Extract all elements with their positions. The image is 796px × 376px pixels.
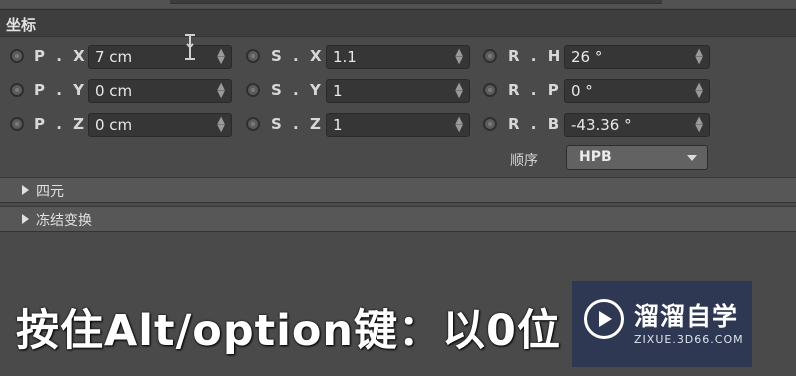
scale-z-spinner-icon[interactable]: ▲ ▼ <box>455 116 463 134</box>
scale-x-label: S . X <box>271 47 325 65</box>
scale-y-label: S . Y <box>271 81 324 99</box>
scale-y-keyframe-radio[interactable] <box>246 83 260 97</box>
position-x-value: 7 cm <box>95 48 133 66</box>
position-y-spinner-icon[interactable]: ▲ ▼ <box>217 82 225 100</box>
quaternion-section-title: 四元 <box>36 184 64 200</box>
position-x-label: P . X <box>34 47 88 65</box>
rotation-h-label: R . H <box>508 47 564 65</box>
position-x-keyframe-radio[interactable] <box>10 49 24 63</box>
quaternion-section-toggle[interactable]: 四元 <box>0 177 796 203</box>
position-z-value: 0 cm <box>95 116 133 134</box>
position-y-field[interactable]: 0 cm ▲ ▼ <box>88 79 232 103</box>
rotation-b-label: R . B <box>508 115 563 133</box>
rotation-b-value: -43.36 ° <box>571 116 632 134</box>
expand-triangle-icon[interactable] <box>22 214 29 224</box>
rotation-b-keyframe-radio[interactable] <box>483 117 497 131</box>
scale-z-field[interactable]: 1 ▲ ▼ <box>326 113 470 137</box>
rotation-h-spinner-icon[interactable]: ▲ ▼ <box>695 48 703 66</box>
position-x-spinner-icon[interactable]: ▲ ▼ <box>217 48 225 66</box>
scale-z-label: S . Z <box>271 115 324 133</box>
rotation-b-spinner-icon[interactable]: ▲ ▼ <box>695 116 703 134</box>
top-tab-bar <box>170 0 662 4</box>
top-panel-strip <box>0 0 796 8</box>
rotation-p-value: 0 ° <box>571 82 593 100</box>
scale-z-keyframe-radio[interactable] <box>246 117 260 131</box>
scale-x-field[interactable]: 1.1 ▲ ▼ <box>326 45 470 69</box>
position-z-spinner-icon[interactable]: ▲ ▼ <box>217 116 225 134</box>
expand-triangle-icon[interactable] <box>22 185 29 195</box>
watermark-url: ZIXUE.3D66.COM <box>634 333 744 346</box>
rotation-order-dropdown[interactable]: HPB <box>566 145 708 170</box>
freeze-transform-section-title: 冻结变换 <box>36 213 92 229</box>
freeze-transform-section-toggle[interactable]: 冻结变换 <box>0 206 796 232</box>
position-y-value: 0 cm <box>95 82 133 100</box>
scale-x-spinner-icon[interactable]: ▲ ▼ <box>455 48 463 66</box>
text-cursor-icon <box>185 34 195 60</box>
scale-y-value: 1 <box>333 82 343 100</box>
scale-y-spinner-icon[interactable]: ▲ ▼ <box>455 82 463 100</box>
scale-y-field[interactable]: 1 ▲ ▼ <box>326 79 470 103</box>
scale-z-value: 1 <box>333 116 343 134</box>
position-x-field[interactable]: 7 cm ▲ ▼ <box>88 45 232 69</box>
position-z-label: P . Z <box>34 115 88 133</box>
chevron-down-icon[interactable] <box>687 155 697 161</box>
rotation-p-spinner-icon[interactable]: ▲ ▼ <box>695 82 703 100</box>
rotation-h-value: 26 ° <box>571 48 603 66</box>
coord-row-x: P . X 7 cm ▲ ▼ S . X 1.1 ▲ ▼ R . H 26 ° ▲ ▼ <box>0 43 796 71</box>
rotation-order-label: 顺序 <box>510 153 538 169</box>
rotation-p-field[interactable]: 0 ° ▲ ▼ <box>564 79 710 103</box>
coord-row-y: P . Y 0 cm ▲ ▼ S . Y 1 ▲ ▼ R . P 0 ° ▲ ▼ <box>0 77 796 105</box>
rotation-order-value: HPB <box>579 149 612 165</box>
coord-row-z: P . Z 0 cm ▲ ▼ S . Z 1 ▲ ▼ R . B -43.36 ° … <box>0 111 796 139</box>
video-subtitle: 按住Alt/option键：以0位 <box>16 306 561 356</box>
watermark-name: 溜溜自学 <box>634 302 739 331</box>
scale-x-keyframe-radio[interactable] <box>246 49 260 63</box>
rotation-h-field[interactable]: 26 ° ▲ ▼ <box>564 45 710 69</box>
position-y-keyframe-radio[interactable] <box>10 83 24 97</box>
coordinates-section-header[interactable]: 坐标 <box>0 9 796 37</box>
position-z-keyframe-radio[interactable] <box>10 117 24 131</box>
rotation-p-keyframe-radio[interactable] <box>483 83 497 97</box>
watermark-badge: 溜溜自学 ZIXUE.3D66.COM <box>572 281 752 367</box>
position-y-label: P . Y <box>34 81 87 99</box>
rotation-p-label: R . P <box>508 81 562 99</box>
position-z-field[interactable]: 0 cm ▲ ▼ <box>88 113 232 137</box>
section-title: 坐标 <box>6 16 37 34</box>
play-logo-icon <box>584 299 624 339</box>
rotation-b-field[interactable]: -43.36 ° ▲ ▼ <box>564 113 710 137</box>
scale-x-value: 1.1 <box>333 48 357 66</box>
rotation-h-keyframe-radio[interactable] <box>483 49 497 63</box>
